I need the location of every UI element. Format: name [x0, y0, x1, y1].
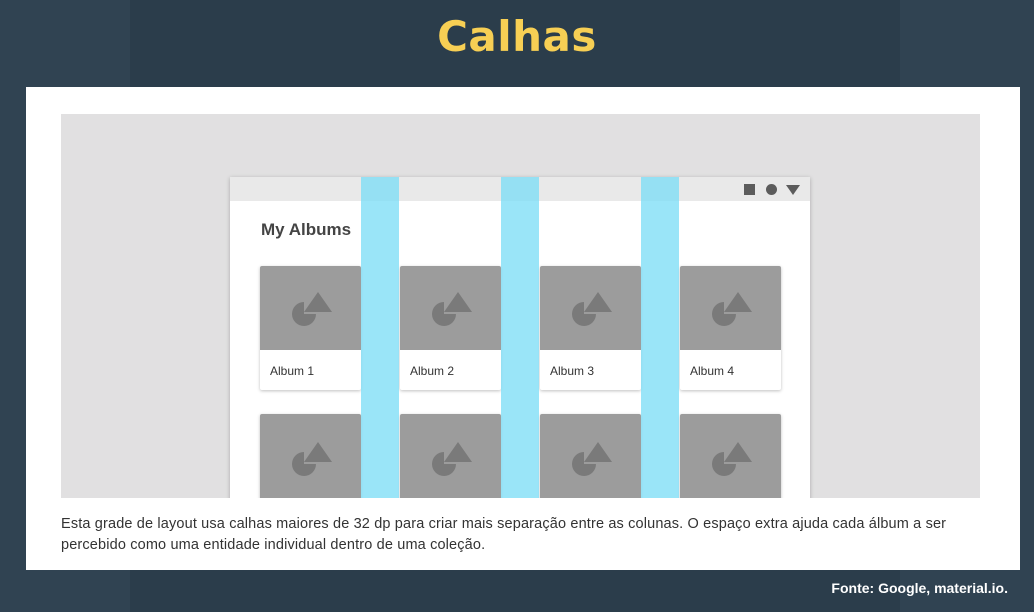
source-credit: Fonte: Google, material.io. — [831, 580, 1008, 596]
album-card[interactable] — [680, 414, 781, 498]
album-card[interactable]: Album 4 — [680, 266, 781, 390]
album-label: Album 3 — [550, 364, 595, 378]
image-placeholder — [260, 414, 361, 498]
square-icon — [744, 184, 755, 195]
slide-title: Calhas — [437, 12, 597, 61]
layout-figure: My Albums Album 1 Album 2 Album 3 Album … — [61, 114, 980, 498]
triangle-icon — [786, 185, 800, 195]
image-placeholder — [400, 414, 501, 498]
album-card[interactable] — [400, 414, 501, 498]
album-card[interactable]: Album 3 — [540, 266, 641, 390]
gutter-highlight — [501, 177, 539, 498]
image-placeholder-icon — [292, 292, 332, 326]
circle-icon — [766, 184, 777, 195]
image-placeholder — [680, 414, 781, 498]
gutter-highlight — [641, 177, 679, 498]
album-label: Album 2 — [410, 364, 455, 378]
image-placeholder-icon — [572, 292, 612, 326]
image-placeholder-icon — [712, 442, 752, 476]
image-placeholder — [680, 266, 781, 350]
album-label: Album 4 — [690, 364, 735, 378]
content-card: My Albums Album 1 Album 2 Album 3 Album … — [26, 87, 1020, 570]
image-placeholder-icon — [712, 292, 752, 326]
album-card[interactable] — [540, 414, 641, 498]
album-card[interactable] — [260, 414, 361, 498]
figure-caption: Esta grade de layout usa calhas maiores … — [61, 516, 947, 553]
image-placeholder — [540, 414, 641, 498]
albums-heading: My Albums — [261, 220, 352, 239]
image-placeholder-icon — [292, 442, 332, 476]
image-placeholder — [400, 266, 501, 350]
image-placeholder-icon — [432, 442, 472, 476]
album-card[interactable]: Album 1 — [260, 266, 361, 390]
image-placeholder — [260, 266, 361, 350]
image-placeholder-icon — [432, 292, 472, 326]
album-card[interactable]: Album 2 — [400, 266, 501, 390]
phone-mockup: My Albums Album 1 Album 2 Album 3 Album … — [230, 177, 810, 498]
gutter-highlight — [361, 177, 399, 498]
image-placeholder — [540, 266, 641, 350]
image-placeholder-icon — [572, 442, 612, 476]
album-label: Album 1 — [270, 364, 315, 378]
